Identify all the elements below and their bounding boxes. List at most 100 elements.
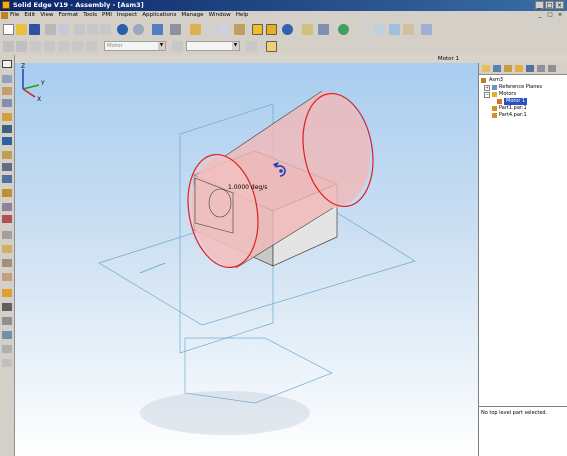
motor-tool-icon[interactable] [2,289,12,297]
bolt-icon[interactable] [2,151,12,159]
explode-icon[interactable] [2,215,12,223]
chevron-down-icon[interactable]: ▼ [232,42,239,50]
doc-close-button[interactable]: × [556,12,564,19]
ribbon-step-icon[interactable] [3,41,14,52]
menu-edit[interactable]: Edit [24,12,35,18]
menu-format[interactable]: Format [59,12,79,18]
save-icon[interactable] [29,24,40,35]
doc-minimize-button[interactable]: _ [536,12,544,19]
paste-icon[interactable] [100,24,111,35]
tree-item-part1[interactable]: Part1.par:1 [481,105,566,112]
move-part-icon[interactable] [2,113,12,121]
fit-icon[interactable] [318,24,329,35]
pathfinder-tab-icon[interactable] [482,65,490,72]
pan-icon[interactable] [403,24,414,35]
view-orientation-icon[interactable] [204,24,215,35]
help-cursor-icon[interactable] [421,24,432,35]
copy-icon[interactable] [87,24,98,35]
motor-type-combo[interactable]: Motor ▼ [104,41,166,51]
layers-tab-icon[interactable] [515,65,523,72]
print-icon[interactable] [45,24,56,35]
alternate-tab-icon[interactable] [537,65,545,72]
shaded-edges-icon[interactable] [266,24,277,35]
simulate-icon[interactable] [2,359,12,367]
chevron-down-icon[interactable]: ▼ [158,42,165,50]
shaded-icon[interactable] [234,24,245,35]
speed-combo[interactable]: ▼ [186,41,240,51]
tube-icon[interactable] [2,175,12,183]
assembly-icon [481,78,486,83]
measure-icon[interactable] [2,345,12,353]
ribbon-option-icon[interactable] [16,41,27,52]
sketch-icon[interactable] [2,231,12,239]
ribbon-direction-icon[interactable] [72,41,83,52]
ribbon-rotate-icon[interactable] [30,41,41,52]
menu-pmi[interactable]: PMI [102,12,112,18]
pattern-icon[interactable] [2,125,12,133]
grid-icon[interactable] [2,303,12,311]
minimize-button[interactable]: _ [535,1,544,9]
ribbon-toolbar: Motor ▼ ▼ [0,38,567,56]
new-file-icon[interactable] [3,24,14,35]
rotate-icon[interactable] [338,24,349,35]
ribbon-flip-icon[interactable] [86,41,97,52]
mate-icon[interactable] [2,99,12,107]
select-arrow-icon[interactable] [2,60,12,68]
select-tool-icon[interactable] [152,24,163,35]
cutout-icon[interactable] [2,259,12,267]
menu-manage[interactable]: Manage [181,12,203,18]
undo-icon[interactable] [117,24,128,35]
wire-icon[interactable] [2,163,12,171]
tree-item-motors[interactable]: − Motors [481,91,566,98]
tree-item-motor-1[interactable]: Motor 1 [481,98,566,105]
tree-item-part4[interactable]: Part4.par:1 [481,112,566,119]
motor-simulate-icon[interactable] [252,24,263,35]
close-button[interactable]: × [555,1,564,9]
mirror-icon[interactable] [2,137,12,145]
window-title: Solid Edge V19 - Assembly - [Asm3] [13,1,144,9]
sphere-render-icon[interactable] [282,24,293,35]
3d-viewport[interactable]: 1.0000 deg/s Z Y X [15,63,478,456]
maximize-button[interactable]: □ [545,1,554,9]
menu-help[interactable]: Help [236,12,249,18]
protrusion-icon[interactable] [2,245,12,253]
ribbon-speed-icon[interactable] [172,41,183,52]
tree-item-asm3[interactable]: Asm3 [481,77,566,84]
zoom-area-icon[interactable] [302,24,313,35]
print-preview-icon[interactable] [58,24,69,35]
iso-view-icon[interactable] [218,24,229,35]
tree-item-reference-planes[interactable]: + Reference Planes [481,84,566,91]
menu-file[interactable]: File [10,12,19,18]
ribbon-finish-icon[interactable] [246,41,257,52]
document-menu-icon[interactable] [1,12,8,19]
fit-all-icon[interactable] [389,24,400,35]
ribbon-axis-icon[interactable] [58,41,69,52]
zoom-window-icon[interactable] [361,24,372,35]
menu-window[interactable]: Window [209,12,231,18]
ribbon-linear-icon[interactable] [44,41,55,52]
menu-inspect[interactable]: Inspect [117,12,137,18]
menu-tools[interactable]: Tools [83,12,97,18]
insert-component-icon[interactable] [170,24,181,35]
plane-icon[interactable] [2,331,12,339]
ribbon-motor-icon[interactable] [266,41,277,52]
place-part-icon[interactable] [2,75,12,83]
redo-icon[interactable] [133,24,144,35]
menu-view[interactable]: View [40,12,53,18]
zoom-icon[interactable] [374,24,385,35]
align-icon[interactable] [2,317,12,325]
frame-icon[interactable] [2,189,12,197]
features-tab-icon[interactable] [493,65,501,72]
menu-applications[interactable]: Applications [142,12,176,18]
doc-restore-button[interactable]: □ [546,12,554,19]
assemble-icon[interactable] [190,24,201,35]
sensors-tab-icon[interactable] [526,65,534,72]
reference-planes-icon [492,85,497,90]
hole-icon[interactable] [2,273,12,281]
weldment-icon[interactable] [2,203,12,211]
cut-icon[interactable] [74,24,85,35]
assemble-relationship-icon[interactable] [2,87,12,95]
open-folder-icon[interactable] [16,24,27,35]
properties-tab-icon[interactable] [548,65,556,72]
library-tab-icon[interactable] [504,65,512,72]
